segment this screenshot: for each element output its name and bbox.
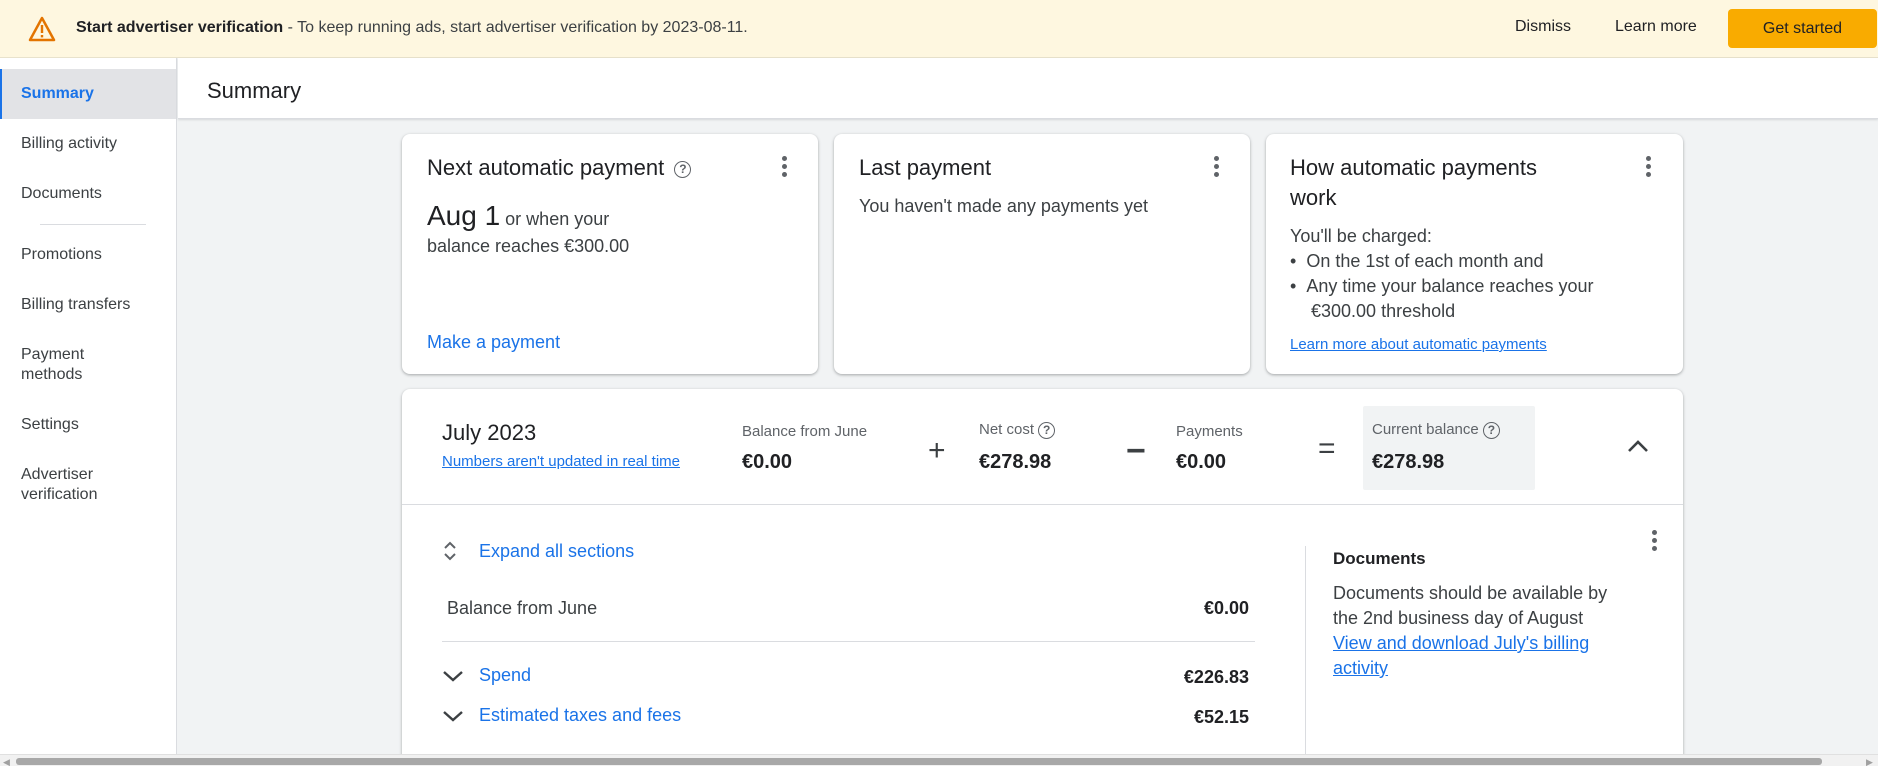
balance-from-row-label: Balance from June [447, 598, 598, 618]
sidebar-item-billing-transfers[interactable]: Billing transfers [0, 295, 176, 315]
more-options-icon[interactable] [1644, 530, 1664, 554]
balance-from-label: Balance from June [742, 423, 868, 440]
charge-bullet-2-cont: €300.00 threshold [1311, 301, 1456, 321]
scrollbar-thumb[interactable] [16, 758, 1822, 765]
chevron-down-icon [443, 671, 463, 682]
last-payment-title: Last payment [859, 155, 992, 180]
summary-divider [402, 504, 1683, 505]
next-payment-date-line: Aug 1 or when your [427, 200, 609, 232]
horizontal-scrollbar[interactable]: ◀ ▶ [0, 754, 1878, 766]
charged-intro: You'll be charged: [1290, 226, 1432, 246]
payments-label: Payments [1176, 423, 1243, 440]
charge-bullet-2-text: Any time your balance reaches your [1306, 276, 1594, 296]
net-cost-label: Net cost ? [979, 421, 1056, 439]
scroll-right-icon[interactable]: ▶ [1866, 757, 1873, 766]
current-balance-label: Current balance ? [1372, 421, 1500, 439]
how-payments-work-card: How automatic payments work You'll be ch… [1266, 134, 1683, 374]
help-icon[interactable]: ? [674, 160, 692, 178]
view-download-link-line1: View and download July's billing [1333, 633, 1590, 653]
more-options-icon[interactable] [1206, 156, 1226, 180]
next-payment-title-text: Next automatic payment [427, 155, 665, 180]
plus-operator: + [928, 434, 946, 467]
more-options-icon[interactable] [774, 156, 794, 180]
verification-banner: Start advertiser verification - To keep … [0, 0, 1878, 58]
banner-title: Start advertiser verification [76, 19, 284, 36]
view-download-link-line2: activity [1333, 658, 1389, 678]
month-summary-panel: July 2023 Numbers aren't updated in real… [402, 389, 1683, 766]
details-vertical-divider [1305, 546, 1306, 766]
charge-bullet-2: • Any time your balance reaches your [1290, 276, 1594, 296]
spend-value: €226.83 [1183, 667, 1249, 687]
next-payment-card: Next automatic payment ? Aug 1 or when y… [402, 134, 818, 374]
unfold-icon [444, 541, 456, 561]
not-real-time-link[interactable]: Numbers aren't updated in real time [442, 453, 680, 470]
sidebar-item-documents[interactable]: Documents [0, 184, 176, 204]
help-icon[interactable]: ? [1482, 421, 1500, 439]
make-payment-link[interactable]: Make a payment [427, 332, 560, 353]
details-divider [442, 641, 1255, 642]
current-balance-box: Current balance ? €278.98 [1363, 406, 1535, 490]
current-balance-label-text: Current balance [1372, 421, 1479, 438]
how-payments-title: How automatic payments work [1290, 153, 1537, 213]
how-payments-title-line1: How automatic payments [1290, 155, 1537, 180]
sidebar-item-advertiser-verification[interactable]: Advertiser verification [0, 465, 120, 505]
learn-more-automatic-payments-link[interactable]: Learn more about automatic payments [1290, 336, 1547, 353]
learn-more-button[interactable]: Learn more [1615, 18, 1697, 36]
next-payment-title: Next automatic payment ? [427, 153, 692, 183]
charge-bullet-1: • On the 1st of each month and [1290, 251, 1544, 271]
balance-from-row-value: €0.00 [1203, 598, 1249, 618]
documents-text-1: Documents should be available by [1333, 583, 1608, 603]
last-payment-card: Last payment You haven't made any paymen… [834, 134, 1250, 374]
last-payment-text: You haven't made any payments yet [859, 196, 1148, 216]
equals-operator: = [1318, 432, 1336, 465]
chevron-down-icon [443, 711, 463, 722]
taxes-fees-label: Estimated taxes and fees [479, 705, 682, 725]
sidebar-item-promotions[interactable]: Promotions [0, 245, 176, 265]
documents-text-2: the 2nd business day of August [1333, 608, 1584, 628]
minus-operator: − [1126, 432, 1146, 470]
documents-title: Documents [1333, 549, 1426, 568]
view-download-billing-link[interactable]: View and download July's billing activit… [1333, 633, 1589, 679]
banner-message: Start advertiser verification - To keep … [76, 19, 748, 37]
banner-text: - To keep running ads, start advertiser … [283, 19, 748, 36]
sidebar-item-summary[interactable]: Summary [0, 69, 176, 119]
month-title: July 2023 [442, 420, 537, 445]
next-payment-date: Aug 1 [427, 200, 501, 231]
sidebar-divider [40, 224, 146, 225]
spend-label: Spend [479, 665, 532, 685]
expand-all-label: Expand all sections [479, 541, 635, 561]
net-cost-label-text: Net cost [979, 421, 1035, 438]
page-title: Summary [207, 78, 302, 103]
next-payment-threshold: balance reaches €300.00 [427, 236, 630, 256]
dismiss-button[interactable]: Dismiss [1515, 18, 1571, 36]
get-started-button[interactable]: Get started [1728, 9, 1877, 48]
charge-bullet-1-text: On the 1st of each month and [1306, 251, 1544, 271]
current-balance-value: €278.98 [1372, 451, 1445, 473]
how-payments-title-line2: work [1290, 185, 1337, 210]
page-header: Summary [178, 58, 1878, 119]
chevron-up-icon[interactable] [1626, 438, 1650, 454]
balance-from-value: €0.00 [742, 451, 793, 473]
sidebar-item-billing-activity[interactable]: Billing activity [0, 134, 176, 154]
help-icon[interactable]: ? [1038, 421, 1056, 439]
net-cost-value: €278.98 [979, 451, 1052, 473]
sidebar-item-payment-methods[interactable]: Payment methods [0, 345, 120, 385]
sidebar: Summary Billing activity Documents Promo… [0, 58, 177, 766]
sidebar-item-settings[interactable]: Settings [0, 415, 176, 435]
next-payment-date-suffix: or when your [500, 209, 610, 229]
taxes-fees-value: €52.15 [1193, 707, 1249, 727]
payments-value: €0.00 [1176, 451, 1227, 473]
scroll-left-icon[interactable]: ◀ [3, 757, 10, 766]
more-options-icon[interactable] [1638, 156, 1658, 180]
warning-icon [28, 16, 56, 42]
